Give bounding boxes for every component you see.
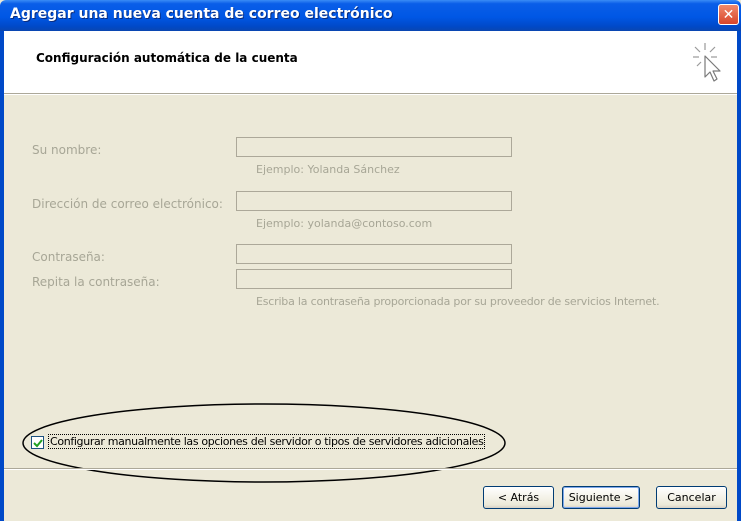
close-icon: ✕ bbox=[722, 7, 735, 23]
password-input[interactable] bbox=[236, 244, 512, 264]
name-input[interactable] bbox=[236, 137, 512, 157]
checkmark-icon bbox=[33, 439, 43, 448]
next-button[interactable]: Siguiente > bbox=[562, 486, 640, 509]
manual-config-label[interactable]: Configurar manualmente las opciones del … bbox=[48, 434, 486, 449]
email-input[interactable] bbox=[236, 191, 512, 211]
close-button[interactable]: ✕ bbox=[718, 4, 739, 25]
window-frame-left bbox=[0, 31, 4, 521]
back-button[interactable]: < Atrás bbox=[483, 486, 554, 509]
header-divider bbox=[4, 93, 737, 95]
repeat-password-input[interactable] bbox=[236, 269, 512, 289]
password-hint: Escriba la contraseña proporcionada por … bbox=[256, 295, 660, 308]
cursor-sparkle-icon bbox=[693, 43, 721, 82]
wizard-header: Configuración automática de la cuenta bbox=[4, 31, 737, 93]
email-label: Dirección de correo electrónico: bbox=[32, 197, 223, 211]
password-label: Contraseña: bbox=[32, 250, 105, 264]
window-title: Agregar una nueva cuenta de correo elect… bbox=[10, 6, 393, 22]
window-frame-right bbox=[737, 31, 741, 521]
footer-divider bbox=[4, 468, 737, 470]
repeat-password-label: Repita la contraseña: bbox=[32, 275, 160, 289]
name-hint: Ejemplo: Yolanda Sánchez bbox=[256, 163, 400, 176]
name-label: Su nombre: bbox=[32, 143, 102, 157]
add-account-dialog: Agregar una nueva cuenta de correo elect… bbox=[0, 0, 741, 521]
cancel-button[interactable]: Cancelar bbox=[656, 486, 727, 509]
title-bar[interactable]: Agregar una nueva cuenta de correo elect… bbox=[0, 0, 741, 31]
manual-config-checkbox[interactable] bbox=[31, 436, 44, 449]
page-title: Configuración automática de la cuenta bbox=[36, 51, 298, 65]
email-hint: Ejemplo: yolanda@contoso.com bbox=[256, 217, 433, 230]
